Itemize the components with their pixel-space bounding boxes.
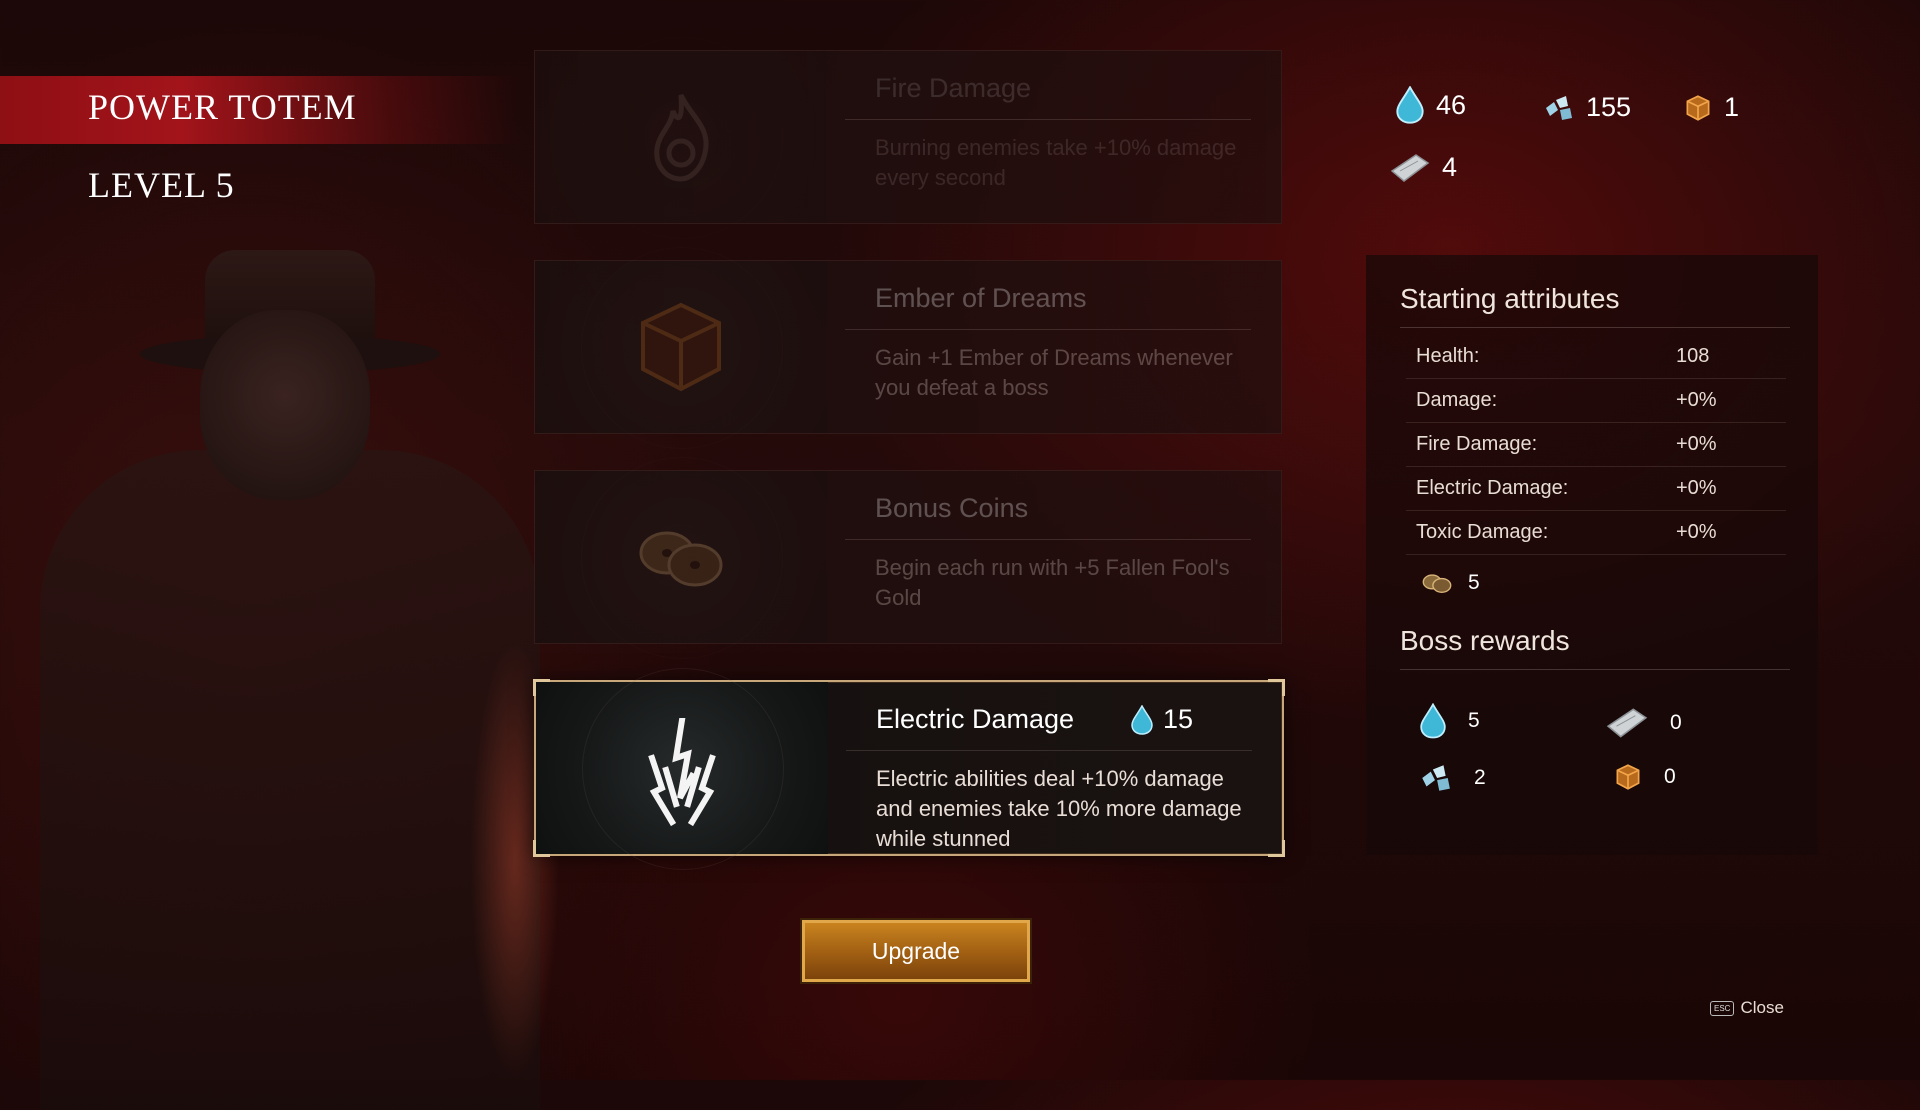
currency-scrolls: 4 [1390,152,1457,183]
scroll-icon [1606,708,1648,738]
soul-drop-icon [1131,704,1153,735]
upgrade-card-bonus-coins[interactable]: Bonus Coins Begin each run with +5 Falle… [534,457,1282,659]
attribute-label: Damage: [1416,389,1498,411]
chest-icon [641,302,721,392]
upgrade-name: Electric Damage [876,704,1075,734]
currency-soul-drops: 46 [1396,86,1466,124]
attribute-row-toxic-damage: Toxic Damage: +0% [1406,511,1786,555]
upgrade-description: Gain +1 Ember of Dreams whenever you def… [875,345,1233,400]
esc-key-icon: ESC [1710,1000,1735,1016]
crystal-shards-icon [1422,765,1450,791]
currency-chests: 1 [1684,92,1739,123]
upgrade-button[interactable]: Upgrade [802,920,1030,982]
attribute-label: Fire Damage: [1416,433,1538,455]
upgrade-description: Electric abilities deal +10% damage and … [876,766,1242,851]
upgrade-description: Burning enemies take +10% damage every s… [875,135,1237,190]
boss-reward-chests: 0 [1614,761,1676,793]
currency-value: 4 [1442,152,1458,182]
attribute-value: 108 [1676,345,1710,367]
character-silhouette [0,240,560,1110]
lightning-icon [648,718,716,827]
attribute-value: +0% [1676,521,1717,543]
soul-drop-icon [1396,86,1424,124]
starting-attributes-title: Starting attributes [1400,283,1620,314]
upgrade-cost-value: 15 [1163,704,1194,734]
reward-value: 2 [1474,766,1486,789]
attribute-row-health: Health: 108 [1406,335,1786,379]
totem-level: LEVEL 5 [88,165,235,205]
starting-coins: 5 [1418,571,1480,595]
currency-value: 1 [1724,92,1740,122]
attribute-row-electric-damage: Electric Damage: +0% [1406,467,1786,511]
coins-icon [1422,574,1452,593]
attribute-value: +0% [1676,433,1717,455]
reward-value: 5 [1468,709,1480,732]
currency-value: 46 [1436,89,1467,120]
crystal-shards-icon [1546,95,1572,120]
upgrade-card-electric-damage[interactable]: Electric Damage 15 Electric abilities de… [533,668,1285,870]
attribute-label: Health: [1416,345,1480,367]
upgrade-card-fire-damage[interactable]: Fire Damage Burning enemies take +10% da… [534,50,1282,224]
upgrade-description: Begin each run with +5 Fallen Fool's Gol… [875,555,1230,610]
boss-reward-scrolls: 0 [1606,707,1682,739]
reward-value: 0 [1664,765,1676,788]
upgrade-card-ember-of-dreams[interactable]: Ember of Dreams Gain +1 Ember of Dreams … [534,247,1282,449]
attribute-label: Toxic Damage: [1416,521,1549,543]
upgrade-name: Ember of Dreams [875,283,1087,313]
currency-crystal-shards: 155 [1542,92,1631,123]
upgrade-name: Bonus Coins [875,493,1029,523]
fire-icon [654,93,709,182]
attribute-row-damage: Damage: +0% [1406,379,1786,423]
reward-value: 0 [1670,711,1682,734]
soul-drop-icon [1420,703,1446,739]
upgrade-cost: 15 [1131,704,1193,735]
boss-rewards-title: Boss rewards [1400,625,1570,656]
attribute-label: Electric Damage: [1416,477,1569,499]
attribute-row-fire-damage: Fire Damage: +0% [1406,423,1786,467]
stats-panel: Starting attributes Health: 108 Damage: … [1366,255,1818,855]
scroll-icon [1390,153,1430,182]
chest-icon [1616,764,1640,790]
boss-reward-crystal-shards: 2 [1418,763,1486,793]
close-label: Close [1740,998,1784,1017]
attribute-value: +0% [1676,477,1717,499]
starting-coins-value: 5 [1468,571,1480,594]
coins-icon [639,531,723,587]
currency-value: 155 [1586,92,1632,122]
upgrade-name: Fire Damage [875,73,1032,103]
page-title: POWER TOTEM [88,87,357,127]
chest-icon [1686,94,1710,121]
boss-reward-soul-drops: 5 [1420,703,1480,739]
close-button[interactable]: ESC Close [1710,998,1784,1018]
attribute-value: +0% [1676,389,1717,411]
